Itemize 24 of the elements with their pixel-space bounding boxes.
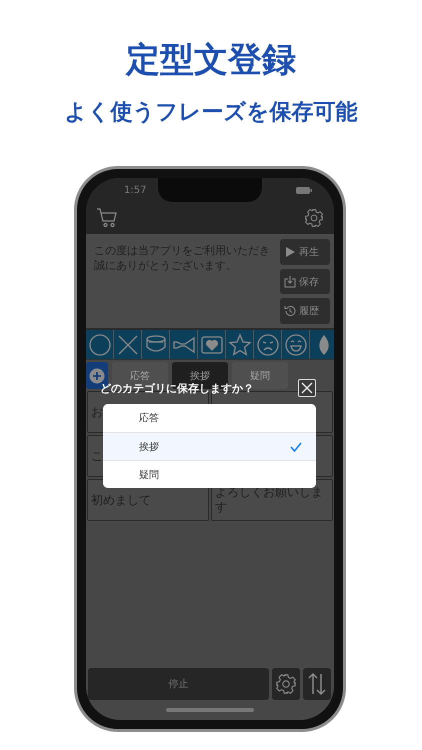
cart-icon[interactable] [96,208,118,228]
star-icon [228,333,252,357]
circle-icon [88,333,112,357]
smile-icon [284,333,308,357]
category-option[interactable]: 挨拶 [103,432,316,460]
play-icon [284,246,296,258]
page-subtitle: よく使うフレーズを保存可能 [64,99,358,127]
sort-button[interactable] [303,668,331,700]
cross-icon [116,333,140,357]
close-button[interactable] [298,379,316,397]
page-title: 定型文登録 [126,39,296,82]
action-button[interactable]: 保存 [280,268,330,294]
battery-icon [296,186,312,194]
status-time: 1:57 [124,184,146,196]
action-button[interactable]: 再生 [280,239,330,265]
action-button[interactable]: 履歴 [280,298,330,324]
sad-face-icon [256,333,280,357]
settings-button[interactable] [272,668,300,700]
category-option[interactable]: 疑問 [103,460,316,488]
stop-button[interactable]: 停止 [88,668,269,700]
checkmark-icon [290,442,302,452]
download-icon [284,275,296,288]
settings-icon[interactable] [304,208,324,228]
history-icon [284,305,296,318]
